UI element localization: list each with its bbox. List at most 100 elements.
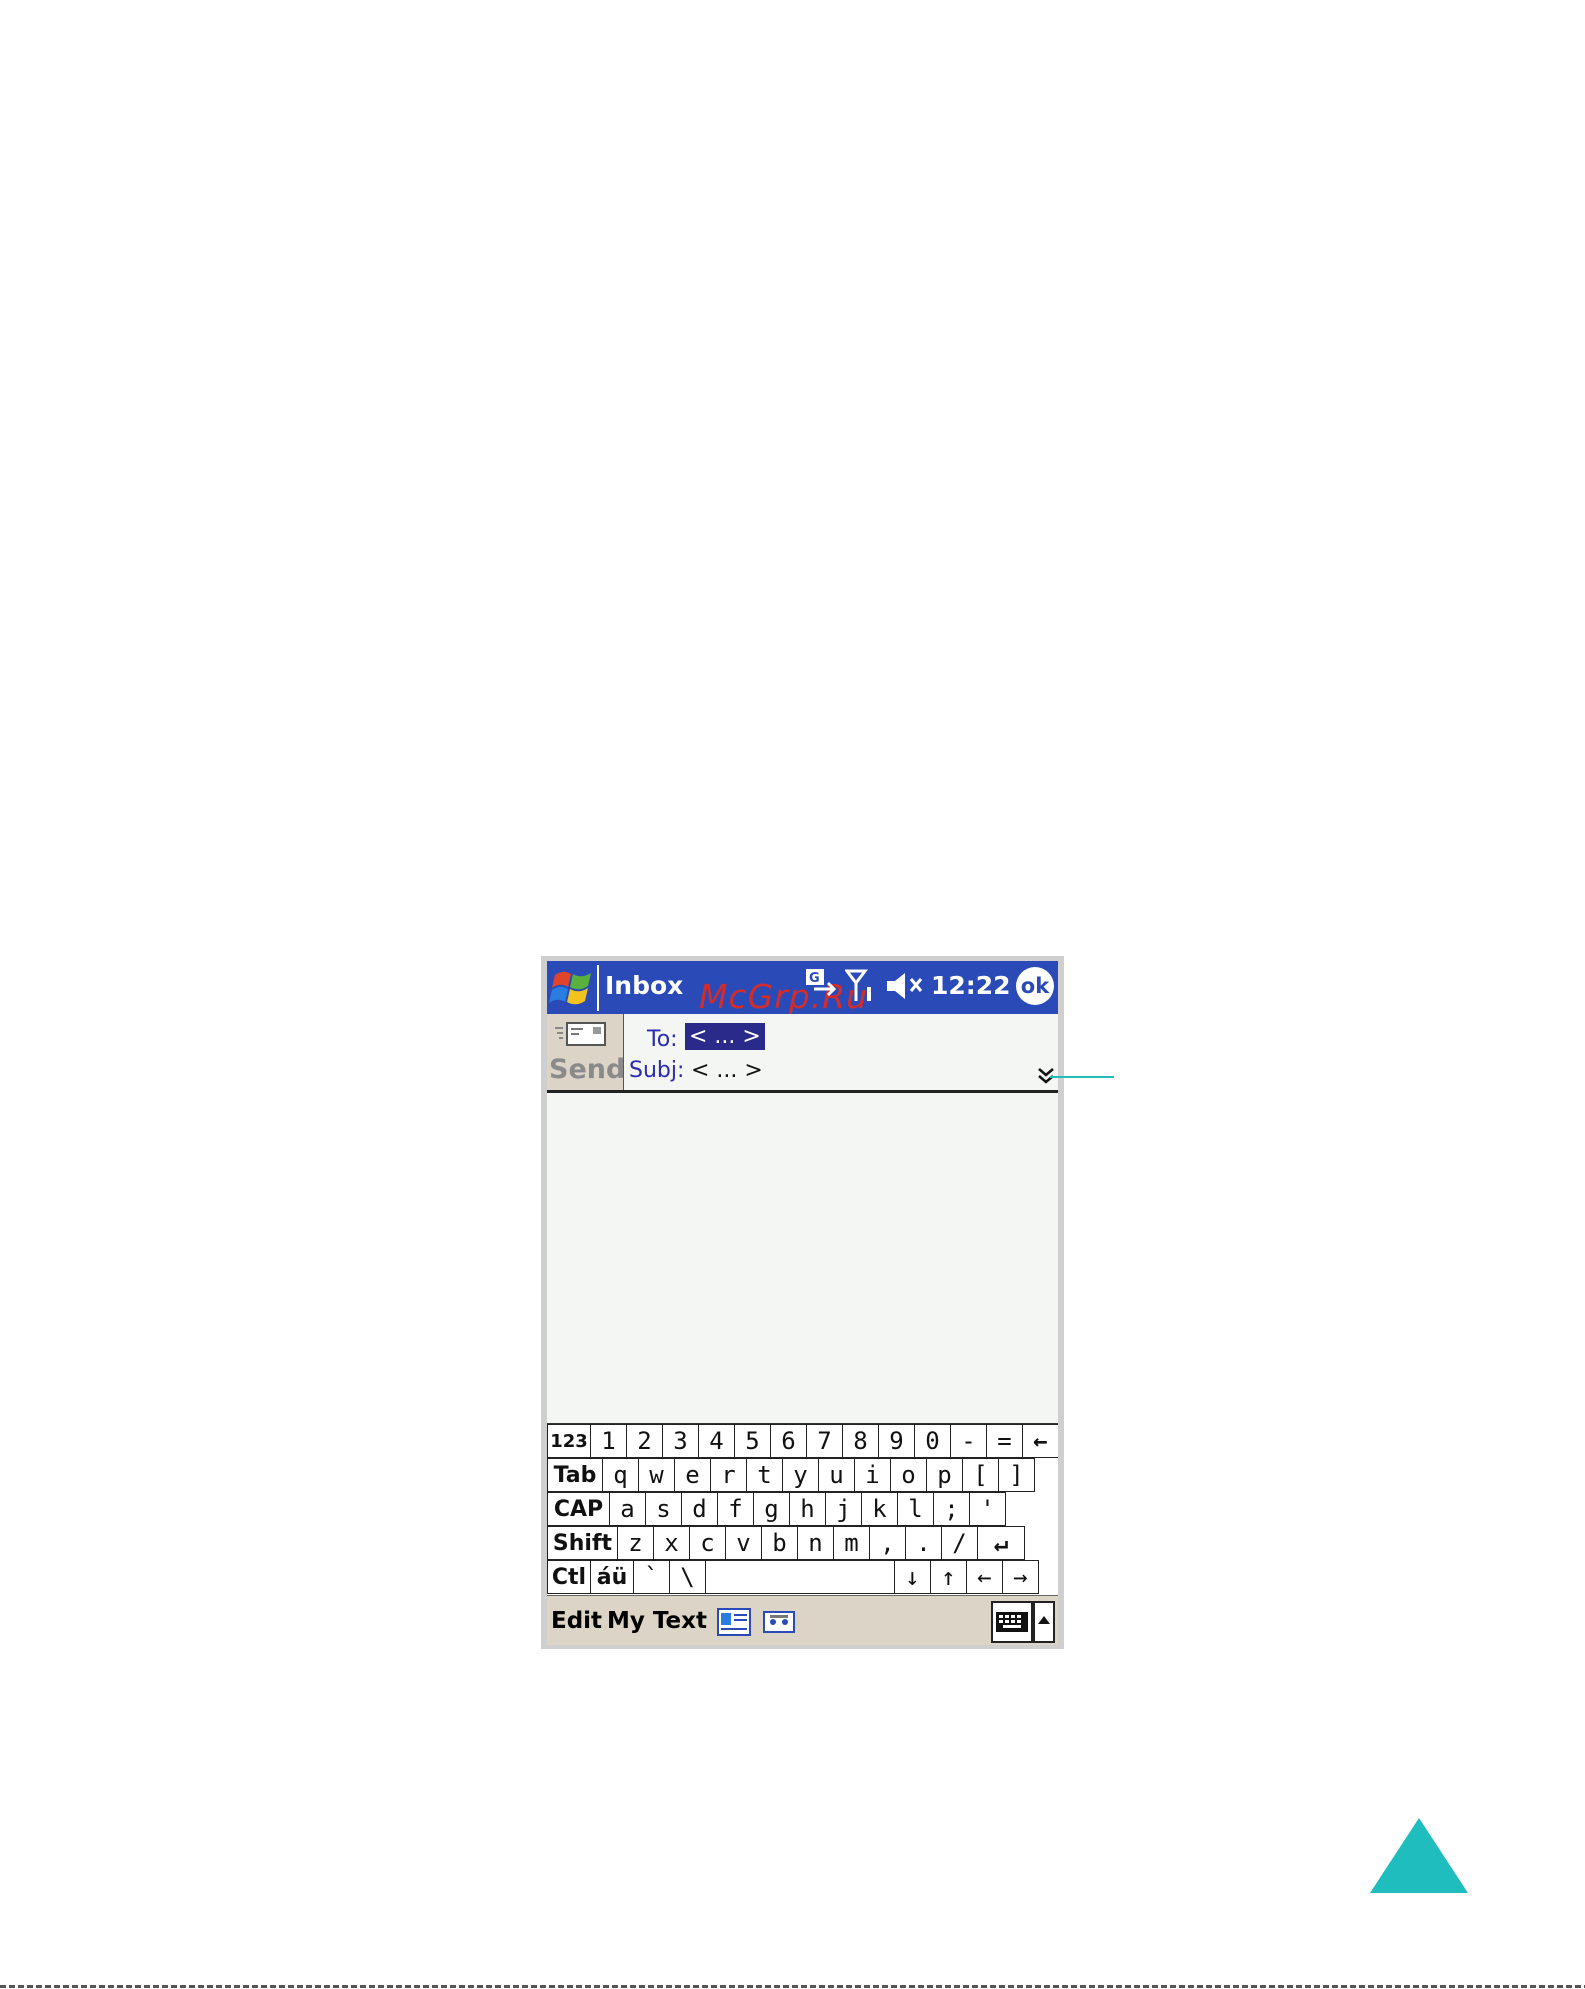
key-arrow-right[interactable]: → [1002,1560,1039,1594]
svg-text:G: G [809,971,820,986]
key-i[interactable]: i [854,1458,891,1492]
key-shift[interactable]: Shift [547,1526,618,1560]
key-arrow-left[interactable]: ← [966,1560,1003,1594]
key-international[interactable]: áü [590,1560,634,1594]
key-5[interactable]: 5 [734,1424,771,1458]
signal-strength-icon[interactable] [845,969,875,1003]
key-n[interactable]: n [797,1526,834,1560]
key-slash[interactable]: / [941,1526,978,1560]
menu-my-text[interactable]: My Text [607,1608,707,1634]
key-semicolon[interactable]: ; [933,1492,970,1526]
key-3[interactable]: 3 [662,1424,699,1458]
key-w[interactable]: w [638,1458,675,1492]
key-t[interactable]: t [746,1458,783,1492]
pocketpc-device-frame: Inbox McGrp.Ru G 12:22 ok Send To: < ...… [541,956,1064,1649]
key-arrow-up[interactable]: ↑ [930,1560,967,1594]
keyboard-row-1: 123 1 2 3 4 5 6 7 8 9 0 - = ← [547,1424,1058,1459]
device-screen: Inbox McGrp.Ru G 12:22 ok Send To: < ...… [547,961,1058,1645]
key-b[interactable]: b [761,1526,798,1560]
ok-button[interactable]: ok [1016,967,1054,1005]
key-7[interactable]: 7 [806,1424,843,1458]
key-2[interactable]: 2 [626,1424,663,1458]
key-backtick[interactable]: ` [633,1560,670,1594]
key-m[interactable]: m [833,1526,870,1560]
key-e[interactable]: e [674,1458,711,1492]
key-6[interactable]: 6 [770,1424,807,1458]
key-f[interactable]: f [717,1492,754,1526]
input-panel-button[interactable] [991,1601,1033,1643]
key-caps[interactable]: CAP [547,1492,610,1526]
menu-edit[interactable]: Edit [551,1608,602,1634]
key-u[interactable]: u [818,1458,855,1492]
key-equals[interactable]: = [986,1424,1023,1458]
key-s[interactable]: s [645,1492,682,1526]
key-r[interactable]: r [710,1458,747,1492]
key-q[interactable]: q [602,1458,639,1492]
key-left-bracket[interactable]: [ [962,1458,999,1492]
key-v[interactable]: v [725,1526,762,1560]
key-a[interactable]: a [609,1492,646,1526]
watermark-text: McGrp.Ru [699,977,869,1016]
recorder-icon[interactable] [763,1611,795,1633]
key-1[interactable]: 1 [590,1424,627,1458]
speaker-muted-icon[interactable] [885,969,925,1003]
keyboard-row-4: Shift z x c v b n m , . / ↵ [547,1526,1025,1561]
arrow-up-icon [1038,1616,1050,1624]
key-period[interactable]: . [905,1526,942,1560]
title-bar: Inbox McGrp.Ru G 12:22 ok [547,961,1058,1016]
callout-line [1050,1076,1114,1078]
envelope-icon [555,1022,606,1046]
key-123[interactable]: 123 [547,1424,591,1458]
keyboard-row-2: Tab q w e r t y u i o p [ ] [547,1458,1035,1493]
message-body-input[interactable] [547,1093,1058,1423]
key-apostrophe[interactable]: ' [969,1492,1006,1526]
soft-keyboard: 123 1 2 3 4 5 6 7 8 9 0 - = ← Tab q w e … [547,1423,1058,1596]
input-panel-menu-arrow[interactable] [1033,1601,1055,1643]
key-arrow-down[interactable]: ↓ [894,1560,931,1594]
clock-time[interactable]: 12:22 [931,971,1011,1000]
key-0[interactable]: 0 [914,1424,951,1458]
key-l[interactable]: l [897,1492,934,1526]
key-4[interactable]: 4 [698,1424,735,1458]
key-backspace[interactable]: ← [1022,1424,1058,1458]
key-o[interactable]: o [890,1458,927,1492]
key-k[interactable]: k [861,1492,898,1526]
page-nav-triangle [1370,1818,1468,1893]
key-x[interactable]: x [653,1526,690,1560]
key-space[interactable] [705,1560,895,1594]
key-right-bracket[interactable]: ] [998,1458,1035,1492]
key-z[interactable]: z [617,1526,654,1560]
send-label: Send [549,1054,626,1085]
subject-field[interactable]: < ... > [691,1058,763,1083]
keyboard-row-5: Ctl áü ` \ ↓ ↑ ← → [547,1560,1039,1595]
message-header: Send To: < ... > Subj: < ... > [547,1014,1058,1093]
menu-bar: Edit My Text [547,1595,1058,1645]
app-title: Inbox [605,971,684,1000]
windows-flag-icon [549,971,591,1005]
double-chevron-down-icon[interactable] [1037,1066,1055,1092]
key-c[interactable]: c [689,1526,726,1560]
key-backslash[interactable]: \ [669,1560,706,1594]
key-tab[interactable]: Tab [547,1458,603,1492]
key-j[interactable]: j [825,1492,862,1526]
key-9[interactable]: 9 [878,1424,915,1458]
key-y[interactable]: y [782,1458,819,1492]
bottom-dashed-rule [0,1985,1585,1988]
contact-card-icon[interactable] [717,1608,751,1636]
to-label: To: [647,1027,678,1052]
key-enter[interactable]: ↵ [977,1526,1025,1560]
subject-label: Subj: [629,1058,685,1083]
send-button[interactable]: Send [547,1014,626,1090]
key-minus[interactable]: - [950,1424,987,1458]
key-p[interactable]: p [926,1458,963,1492]
key-ctrl[interactable]: Ctl [547,1560,591,1594]
key-d[interactable]: d [681,1492,718,1526]
start-menu-button[interactable] [549,965,599,1011]
key-comma[interactable]: , [869,1526,906,1560]
gprs-connection-icon[interactable]: G [804,969,840,1003]
key-8[interactable]: 8 [842,1424,879,1458]
to-field[interactable]: < ... > [685,1023,765,1050]
key-h[interactable]: h [789,1492,826,1526]
key-g[interactable]: g [753,1492,790,1526]
keyboard-row-3: CAP a s d f g h j k l ; ' [547,1492,1006,1527]
